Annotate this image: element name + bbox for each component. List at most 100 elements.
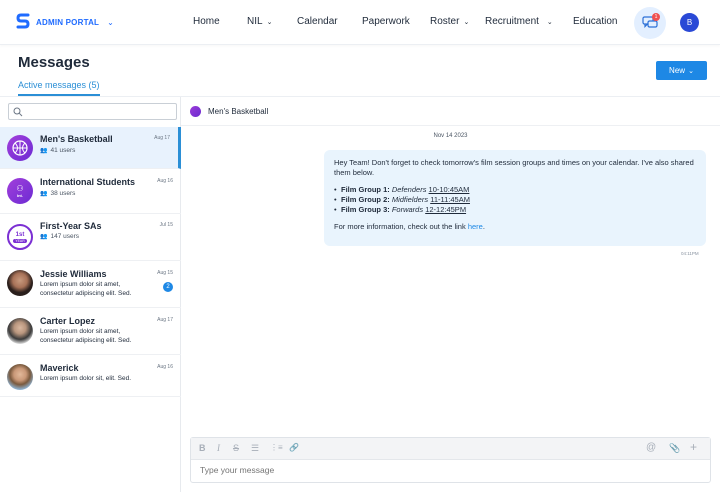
new-button-label: New xyxy=(669,66,686,75)
conversation-item[interactable]: 1st YEAR First-Year SAs Jul 15 👥 147 use… xyxy=(0,214,181,261)
strikethrough-icon[interactable]: S xyxy=(233,443,239,453)
conversation-name: International Students xyxy=(40,177,136,187)
conversation-item[interactable]: Men's Basketball Aug 17 👥 41 users xyxy=(0,127,181,169)
nav-label: NIL xyxy=(247,16,263,27)
conversation-item[interactable]: Carter Lopez Aug 17 Lorem ipsum dolor si… xyxy=(0,308,181,355)
avatar xyxy=(7,364,33,390)
group-label: Film Group 2: xyxy=(341,195,390,204)
conversation-name: Men's Basketball xyxy=(40,134,113,144)
conversation-name: First-Year SAs xyxy=(40,221,102,231)
member-count-label: 147 users xyxy=(50,233,80,240)
conversation-list: Men's Basketball Aug 17 👥 41 users ⚇ Int… xyxy=(0,97,181,492)
numbered-list-icon[interactable]: ⋮≡ xyxy=(270,443,283,452)
attachment-icon[interactable]: 📎 xyxy=(669,443,680,454)
list-item: Film Group 1: Defenders 10-10:45AM xyxy=(334,185,696,195)
nav-recruitment[interactable]: Recruitment ⌄ xyxy=(485,16,553,27)
conversation-item[interactable]: Jessie Williams Aug 15 Lorem ipsum dolor… xyxy=(0,261,181,308)
chevron-down-icon: ⌄ xyxy=(546,18,553,26)
nav-paperwork[interactable]: Paperwork xyxy=(362,16,410,27)
conversation-date: Aug 17 xyxy=(154,135,170,141)
conversation-preview: Lorem ipsum dolor sit amet, consectetur … xyxy=(40,328,132,344)
first-year-avatar: 1st YEAR xyxy=(7,224,33,250)
add-icon[interactable]: + xyxy=(690,440,697,454)
chevron-down-icon: ⌄ xyxy=(688,67,694,75)
conversation-date: Aug 15 xyxy=(157,270,173,276)
group-label: Film Group 3: xyxy=(341,205,390,214)
nav-roster[interactable]: Roster ⌄ xyxy=(430,16,469,27)
nav-home[interactable]: Home xyxy=(193,16,220,27)
conversation-date: Aug 16 xyxy=(157,364,173,370)
group-label: Film Group 1: xyxy=(341,185,390,194)
message-input[interactable] xyxy=(200,465,700,475)
message-composer: B I S ☰ ⋮≡ 🔗 @ 📎 + xyxy=(190,437,711,483)
tab-active-messages[interactable]: Active messages (5) xyxy=(18,80,100,96)
chevron-down-icon: ⌄ xyxy=(266,18,273,26)
group-avatar: ⚇ Int. xyxy=(7,178,33,204)
users-icon: 👥 xyxy=(40,148,48,154)
nav-nil[interactable]: NIL ⌄ xyxy=(247,16,272,27)
group-position: Defenders xyxy=(391,185,427,194)
chat-title: Men's Basketball xyxy=(208,107,269,116)
conversation-date: Jul 15 xyxy=(159,222,173,228)
basketball-icon xyxy=(7,135,33,161)
notification-badge: 1 xyxy=(652,13,660,21)
member-count: 👥 147 users xyxy=(40,233,79,240)
conversation-date: Aug 16 xyxy=(157,178,173,184)
basketball-icon xyxy=(190,106,201,117)
conversation-name: Maverick xyxy=(40,363,79,373)
users-icon: 👥 xyxy=(40,234,48,240)
nav-label: Home xyxy=(193,16,220,27)
people-icon: ⚇ xyxy=(16,184,24,193)
member-count: 👥 41 users xyxy=(40,147,75,154)
list-item: Film Group 3: Forwards 12-12:45PM xyxy=(334,205,696,215)
mention-icon[interactable]: @ xyxy=(646,442,656,453)
brand-s-logo xyxy=(16,13,30,29)
top-navbar: ADMIN PORTAL ⌄ Home NIL ⌄ Calendar Paperw… xyxy=(0,0,720,45)
brand-label: ADMIN PORTAL xyxy=(36,17,100,27)
user-avatar[interactable]: B xyxy=(680,13,699,32)
search-input[interactable] xyxy=(8,103,177,120)
search-icon xyxy=(13,107,23,117)
bullet-list-icon[interactable]: ☰ xyxy=(251,443,259,454)
users-icon: 👥 xyxy=(40,191,48,197)
message-intro: Hey Team! Don't forget to check tomorrow… xyxy=(334,158,694,177)
chat-header: Men's Basketball xyxy=(181,97,720,126)
italic-icon[interactable]: I xyxy=(217,443,220,453)
conversation-preview: Lorem ipsum dolor sit amet, consectetur … xyxy=(40,281,132,297)
member-count-label: 41 users xyxy=(50,147,76,154)
here-link[interactable]: here xyxy=(468,222,483,231)
message-bubble: Hey Team! Don't forget to check tomorrow… xyxy=(324,150,706,246)
nav-label: Paperwork xyxy=(362,16,410,27)
conversation-name: Jessie Williams xyxy=(40,269,107,279)
conversation-item[interactable]: Maverick Aug 16 Lorem ipsum dolor sit, e… xyxy=(0,355,181,397)
chevron-down-icon: ⌄ xyxy=(463,18,470,26)
group-time-link[interactable]: 12-12:45PM xyxy=(425,205,466,214)
conversation-item[interactable]: ⚇ Int. International Students Aug 16 👥 3… xyxy=(0,169,181,214)
new-message-button[interactable]: New ⌄ xyxy=(656,61,707,80)
group-time-link[interactable]: 11-11:45AM xyxy=(430,195,470,204)
unread-badge: 2 xyxy=(163,282,173,292)
group-position: Forwards xyxy=(391,205,424,214)
messages-notification-button[interactable]: 1 xyxy=(634,7,666,39)
group-time-link[interactable]: 10-10:45AM xyxy=(429,185,470,194)
bold-icon[interactable]: B xyxy=(199,443,206,453)
brand-switcher[interactable]: ADMIN PORTAL ⌄ xyxy=(16,13,114,31)
conversation-name: Carter Lopez xyxy=(40,316,96,326)
message-outro: For more information, check out the link… xyxy=(334,222,696,232)
outro-text: For more information, check out the link xyxy=(334,222,466,231)
member-count-label: 38 users xyxy=(50,190,76,197)
film-group-list: Film Group 1: Defenders 10-10:45AM Film … xyxy=(334,185,696,215)
page-title: Messages xyxy=(18,54,90,71)
conversation-preview: Lorem ipsum dolor sit, elit. Sed. xyxy=(40,375,132,382)
link-icon[interactable]: 🔗 xyxy=(289,443,299,452)
nav-education[interactable]: Education xyxy=(573,16,617,27)
outro-end: . xyxy=(482,222,485,231)
member-count: 👥 38 users xyxy=(40,190,75,197)
formatting-toolbar: B I S ☰ ⋮≡ 🔗 @ 📎 + xyxy=(191,438,710,460)
avatar xyxy=(7,318,33,344)
nav-calendar[interactable]: Calendar xyxy=(297,16,338,27)
nav-label: Roster xyxy=(430,16,460,27)
list-item: Film Group 2: Midfielders 11-11:45AM xyxy=(334,195,696,205)
nav-label: Calendar xyxy=(297,16,338,27)
nav-label: Recruitment xyxy=(485,16,539,27)
